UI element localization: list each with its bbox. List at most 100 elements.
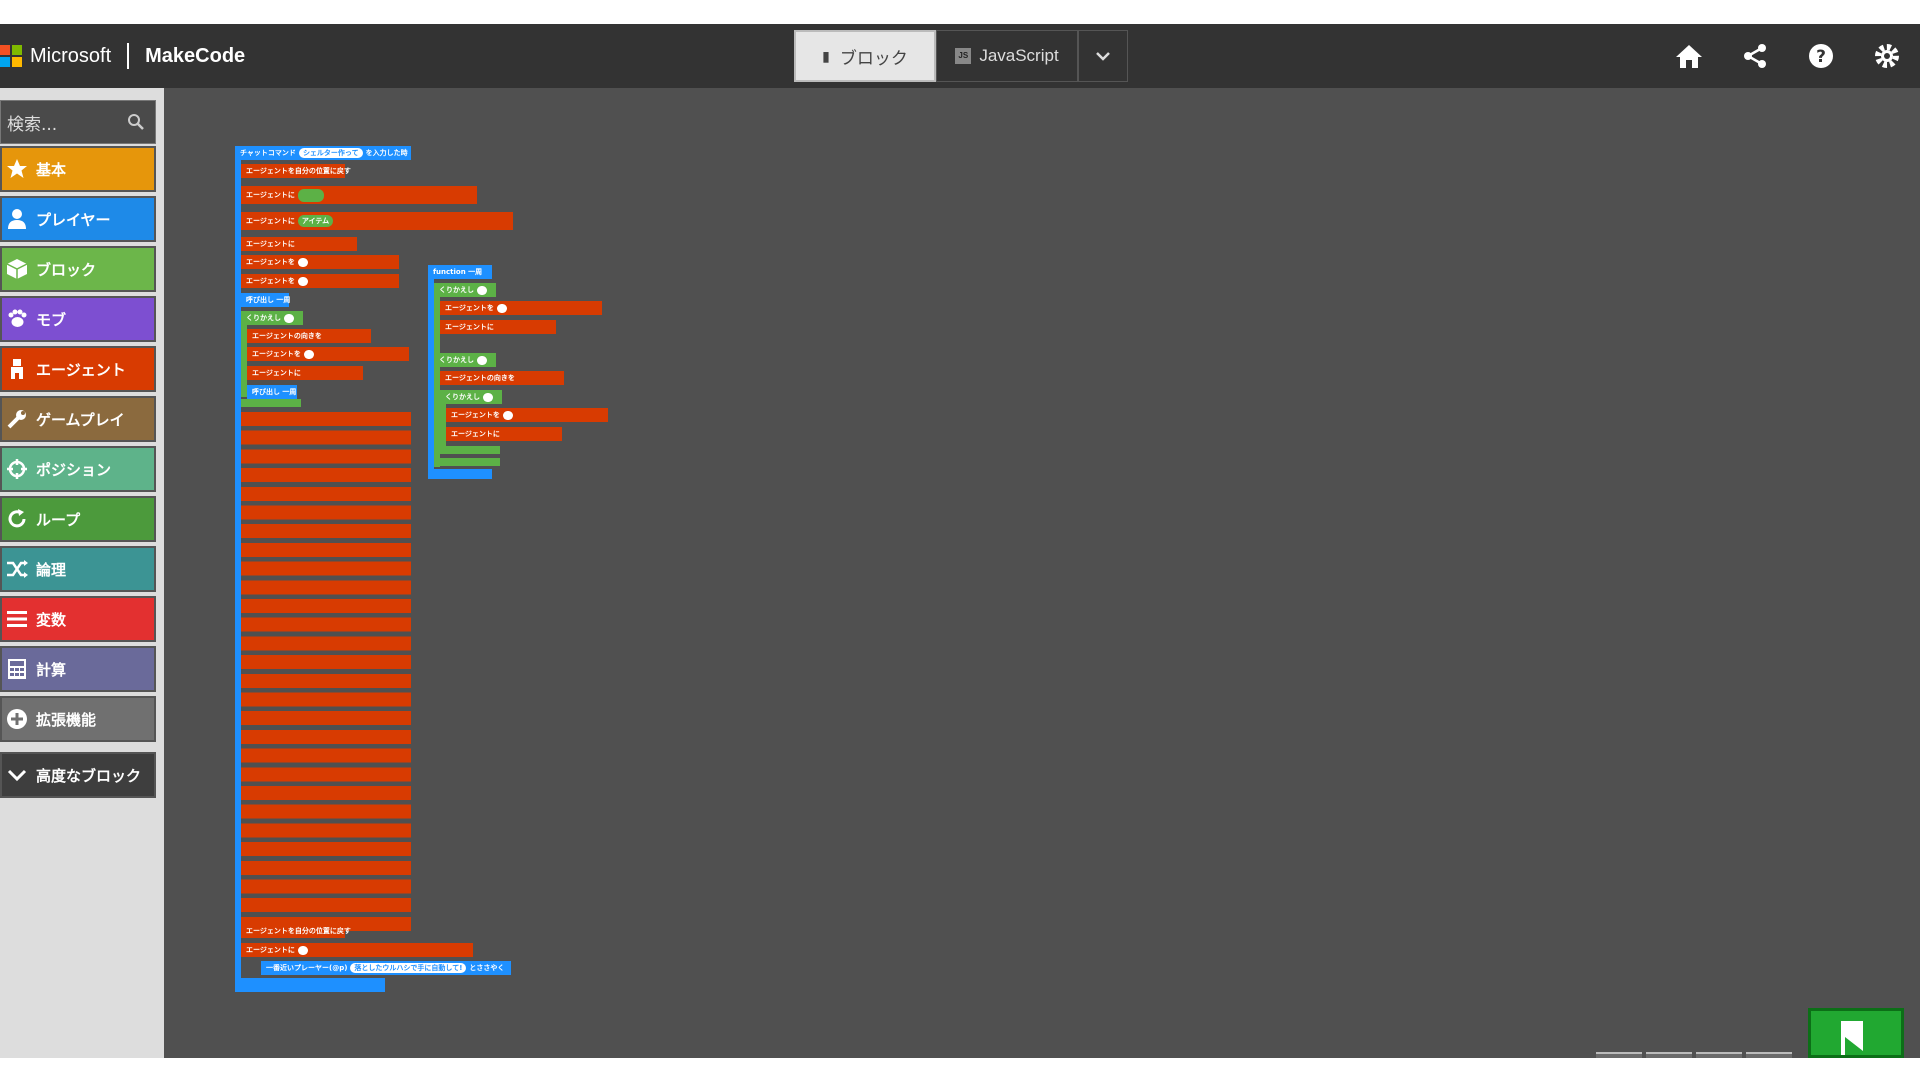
category-label: 変数: [36, 610, 67, 629]
turn-block[interactable]: エージェントに: [247, 366, 363, 380]
dir-block[interactable]: エージェントの向きを: [247, 329, 371, 343]
category-mobs[interactable]: モブ: [0, 296, 156, 342]
category-blocks[interactable]: ブロック: [0, 246, 156, 292]
value-input[interactable]: [477, 285, 487, 295]
category-label: 高度なブロック: [36, 766, 142, 785]
run-button[interactable]: [1808, 1008, 1904, 1058]
repeat-block[interactable]: くりかえし: [434, 353, 496, 367]
say-target[interactable]: 一番近いプレーヤー(@p): [266, 963, 347, 973]
search-icon: [128, 114, 144, 130]
share-icon: [1744, 44, 1766, 68]
category-gameplay[interactable]: ゲームプレイ: [0, 396, 156, 442]
move-block[interactable]: エージェントを: [241, 255, 399, 269]
help-icon: ?: [1809, 44, 1833, 68]
tab-blocks-label: ブロック: [839, 48, 908, 68]
category-extensions[interactable]: 拡張機能: [0, 696, 156, 742]
teleport-block[interactable]: エージェントを自分の位置に戻す: [241, 164, 351, 178]
set-item-label: エージェントに: [246, 217, 295, 225]
brand[interactable]: Microsoft MakeCode: [0, 24, 245, 88]
category-loops[interactable]: ループ: [0, 496, 156, 542]
repeat-label: くりかえし: [439, 356, 474, 364]
toolbox: 検索... 基本 プレイヤー ブロック モブ エージェント ゲームプレイ ポジシ…: [0, 88, 164, 1058]
value-input[interactable]: [477, 355, 487, 365]
editor-toggle: ▮ ブロック JS JavaScript: [794, 30, 1128, 82]
repeat-footer: [241, 399, 301, 407]
category-label: ブロック: [36, 260, 97, 279]
category-label: プレイヤー: [36, 210, 111, 229]
share-button[interactable]: [1722, 24, 1788, 88]
say-text[interactable]: 落としたウルハシで手に自動して!: [350, 963, 467, 973]
repeat-block[interactable]: くりかえし: [440, 390, 502, 404]
help-button[interactable]: ?: [1788, 24, 1854, 88]
function-block[interactable]: function 一周: [428, 265, 492, 279]
editor-dropdown-button[interactable]: [1078, 30, 1128, 82]
category-label: モブ: [36, 310, 67, 329]
value-input[interactable]: [496, 303, 507, 313]
category-label: ポジション: [36, 460, 112, 479]
set-item-block[interactable]: エージェントに: [241, 186, 477, 204]
home-icon: [1676, 45, 1702, 68]
tab-javascript-label: JavaScript: [979, 46, 1059, 65]
say-suffix: とささやく: [469, 964, 505, 972]
value-input[interactable]: [303, 349, 314, 359]
value-input[interactable]: [297, 945, 308, 955]
value-input[interactable]: [297, 257, 308, 267]
value-input[interactable]: [297, 276, 308, 286]
category-agent[interactable]: エージェント: [0, 346, 156, 392]
person-icon: [4, 206, 30, 232]
category-variables[interactable]: 変数: [0, 596, 156, 642]
turn-block[interactable]: エージェントに: [241, 237, 357, 251]
move-block[interactable]: エージェントを: [446, 408, 608, 422]
category-advanced[interactable]: 高度なブロック: [0, 752, 156, 798]
category-player[interactable]: プレイヤー: [0, 196, 156, 242]
value-input[interactable]: [502, 410, 513, 420]
place-block[interactable]: エージェントに: [241, 943, 473, 957]
move-block[interactable]: エージェントを: [440, 301, 602, 315]
svg-text:?: ?: [1816, 47, 1826, 67]
turn-block[interactable]: エージェントに: [446, 427, 562, 441]
top-margin: [0, 0, 1920, 24]
set-item-label: エージェントに: [246, 191, 295, 199]
item-label[interactable]: アイテム: [297, 215, 334, 227]
item-slot[interactable]: [297, 188, 324, 202]
category-positions[interactable]: ポジション: [0, 446, 156, 492]
repeat-label: くりかえし: [439, 286, 474, 294]
makecode-label: MakeCode: [145, 44, 246, 67]
category-logic[interactable]: 論理: [0, 546, 156, 592]
home-button[interactable]: [1656, 24, 1722, 88]
teleport-block[interactable]: エージェントを自分の位置に戻す: [241, 924, 351, 938]
microsoft-label: Microsoft: [30, 44, 112, 67]
blocks-workspace[interactable]: チャットコマンド シェルター作って を入力した時 エージェントを自分の位置に戻す…: [164, 88, 1920, 1058]
category-label: 計算: [36, 660, 67, 679]
category-label: 論理: [36, 560, 67, 579]
category-label: エージェント: [36, 360, 126, 379]
turn-label: エージェントに: [246, 946, 295, 954]
call-block[interactable]: 呼び出し 一周: [241, 293, 290, 307]
category-math[interactable]: 計算: [0, 646, 156, 692]
value-input[interactable]: [284, 313, 294, 323]
paw-icon: [4, 306, 30, 332]
turn-block[interactable]: エージェントに: [440, 320, 556, 334]
chat-command-block[interactable]: チャットコマンド シェルター作って を入力した時: [235, 146, 411, 160]
category-basic[interactable]: 基本: [0, 146, 156, 192]
category-label: 基本: [36, 160, 67, 179]
set-item-block-2[interactable]: エージェントに アイテム: [241, 212, 513, 230]
move-block[interactable]: エージェントを: [247, 347, 409, 361]
repeat-block[interactable]: くりかえし: [434, 283, 496, 297]
move-block-stack[interactable]: [241, 412, 411, 932]
chat-arg[interactable]: シェルター作って: [298, 148, 363, 158]
settings-button[interactable]: [1854, 24, 1920, 88]
say-block[interactable]: 一番近いプレーヤー(@p) 落としたウルハシで手に自動して! とささやく: [261, 961, 511, 975]
shuffle-icon: [4, 556, 30, 582]
microsoft-logo-icon: [0, 45, 22, 67]
tab-javascript[interactable]: JS JavaScript: [936, 30, 1078, 82]
value-input[interactable]: [483, 392, 493, 402]
call-block[interactable]: 呼び出し 一周: [247, 385, 297, 399]
move-label: エージェントを: [246, 277, 295, 285]
move-block[interactable]: エージェントを: [241, 274, 399, 288]
tab-blocks[interactable]: ▮ ブロック: [794, 30, 936, 82]
repeat-block[interactable]: くりかえし: [241, 311, 303, 325]
plus-circle-icon: [4, 706, 30, 732]
search-input[interactable]: 検索...: [0, 100, 156, 144]
dir-block[interactable]: エージェントの向きを: [440, 371, 564, 385]
